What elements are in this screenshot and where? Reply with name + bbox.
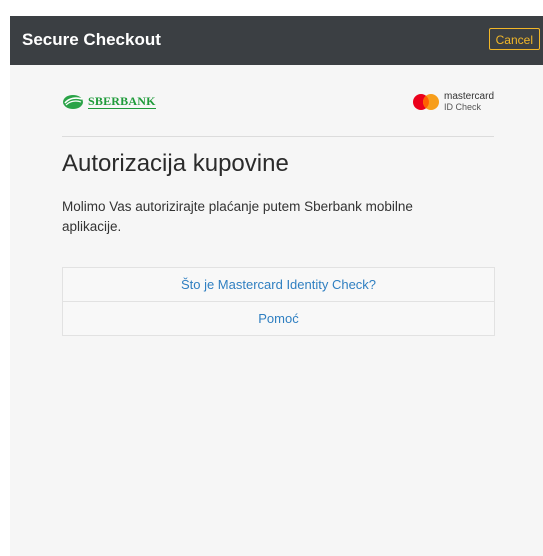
sberbank-logo-text: SBERBANK bbox=[88, 94, 156, 109]
identity-check-info-link[interactable]: Što je Mastercard Identity Check? bbox=[63, 268, 494, 301]
header-title: Secure Checkout bbox=[22, 30, 161, 49]
help-links: Što je Mastercard Identity Check? Pomoć bbox=[62, 267, 495, 336]
cancel-button[interactable]: Cancel bbox=[488, 28, 540, 50]
mastercard-id-check-logo: mastercard ID Check bbox=[412, 92, 494, 112]
sberbank-logo: SBERBANK bbox=[62, 94, 156, 110]
id-check-text: ID Check bbox=[443, 102, 481, 112]
divider bbox=[62, 136, 494, 137]
help-link[interactable]: Pomoć bbox=[63, 301, 494, 335]
logo-row: SBERBANK mastercard ID Check bbox=[62, 92, 494, 124]
authorization-description: Molimo Vas autorizirajte plaćanje putem … bbox=[62, 199, 413, 234]
checkout-frame: Secure Checkout Cancel SBERBANK masterca… bbox=[10, 16, 543, 556]
mastercard-logo-icon bbox=[412, 94, 439, 110]
mastercard-brand-text: mastercard bbox=[443, 91, 494, 102]
page-title: Autorizacija kupovine bbox=[62, 150, 289, 177]
header-bar: Secure Checkout Cancel bbox=[10, 16, 543, 65]
sberbank-logo-icon bbox=[63, 95, 83, 109]
